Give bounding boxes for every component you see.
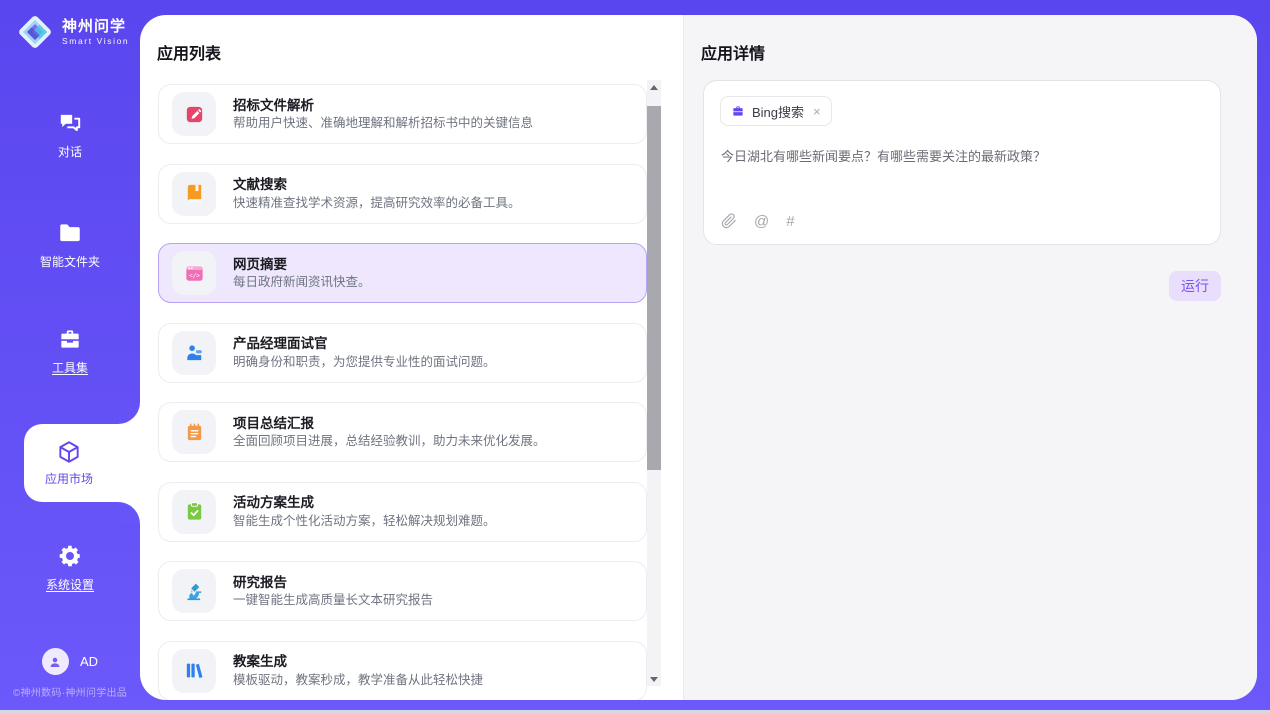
app-card-title: 活动方案生成 <box>233 496 496 510</box>
clipboard-check-icon <box>172 490 216 534</box>
sidebar-item-app-market[interactable]: 应用市场 <box>24 424 140 502</box>
scrollbar-thumb[interactable] <box>647 106 661 470</box>
app-card-list: 招标文件解析帮助用户快速、准确地理解和解析招标书中的关键信息文献搜索快速精准查找… <box>158 84 647 700</box>
sidebar-item-label: 应用市场 <box>45 470 93 487</box>
query-text[interactable]: 今日湖北有哪些新闻要点？有哪些需要关注的最新政策？ <box>721 148 1204 166</box>
app-card-description: 每日政府新闻资讯快查。 <box>233 276 371 289</box>
microscope-icon <box>172 569 216 613</box>
app-card-title: 研究报告 <box>233 576 433 590</box>
composer-toolbar: @# <box>721 213 795 229</box>
copyright-text: ©神州数码·神州问学出品 <box>0 684 140 699</box>
composer-card[interactable]: Bing搜索 × 今日湖北有哪些新闻要点？有哪些需要关注的最新政策？ @# <box>703 80 1221 245</box>
interviewer-icon <box>172 331 216 375</box>
app-card-title: 项目总结汇报 <box>233 417 546 431</box>
scrollbar-up-icon[interactable] <box>647 80 661 94</box>
app-card-description: 全面回顾项目进展，总结经验教训，助力未来优化发展。 <box>233 435 546 448</box>
app-card-title: 网页摘要 <box>233 258 371 272</box>
chat-icon <box>57 110 83 136</box>
user-chip[interactable]: AD <box>0 648 140 675</box>
hash-icon[interactable]: # <box>786 214 794 229</box>
svg-text:</>: </> <box>189 272 200 279</box>
app-card[interactable]: 产品经理面试官明确身份和职责，为您提供专业性的面试问题。 <box>158 323 647 383</box>
user-label: AD <box>80 654 98 669</box>
sidebar-item-settings[interactable]: 系统设置 <box>0 543 140 593</box>
books-icon <box>172 649 216 693</box>
app-detail-title: 应用详情 <box>701 40 765 64</box>
notepad-icon <box>172 410 216 454</box>
brand-name: 神州问学 <box>62 18 129 35</box>
sidebar-item-chat[interactable]: 对话 <box>0 110 140 160</box>
app-card-title: 教案生成 <box>233 655 483 669</box>
toolbox-icon <box>57 326 83 352</box>
sidebar-item-toolset[interactable]: 工具集 <box>0 326 140 376</box>
app-card-description: 明确身份和职责，为您提供专业性的面试问题。 <box>233 356 496 369</box>
cube-icon <box>56 439 82 465</box>
app-detail-panel: 应用详情 Bing搜索 × 今日湖北有哪些新闻要点？有哪些需要关注的最新政策？ … <box>683 15 1257 700</box>
app-card[interactable]: 活动方案生成智能生成个性化活动方案，轻松解决规划难题。 <box>158 482 647 542</box>
app-card-description: 一键智能生成高质量长文本研究报告 <box>233 594 433 607</box>
brand-logo-icon <box>16 13 54 51</box>
tool-chip-label: Bing搜索 <box>752 102 804 121</box>
briefcase-icon <box>731 104 745 118</box>
app-card-title: 文献搜索 <box>233 178 521 192</box>
scrollbar-down-icon[interactable] <box>647 672 661 686</box>
tab-curve-top <box>118 402 140 424</box>
app-card[interactable]: 教案生成模板驱动，教案秒成，教学准备从此轻松快捷 <box>158 641 647 701</box>
app-card[interactable]: </> 网页摘要每日政府新闻资讯快查。 <box>158 243 647 303</box>
app-card-title: 产品经理面试官 <box>233 337 496 351</box>
app-card-description: 快速精准查找学术资源，提高研究效率的必备工具。 <box>233 197 521 210</box>
list-scrollbar[interactable] <box>647 80 661 686</box>
brand: 神州问学 Smart Vision <box>16 13 129 51</box>
gear-icon <box>57 543 83 569</box>
browser-code-icon: </> <box>172 251 216 295</box>
book-icon <box>172 172 216 216</box>
app-card[interactable]: 项目总结汇报全面回顾项目进展，总结经验教训，助力未来优化发展。 <box>158 402 647 462</box>
app-card[interactable]: 文献搜索快速精准查找学术资源，提高研究效率的必备工具。 <box>158 164 647 224</box>
app-card-description: 智能生成个性化活动方案，轻松解决规划难题。 <box>233 515 496 528</box>
pen-square-icon <box>172 92 216 136</box>
at-icon[interactable]: @ <box>754 214 769 229</box>
sidebar-item-label: 对话 <box>58 143 82 160</box>
tab-curve-bottom <box>118 502 140 524</box>
app-card[interactable]: 招标文件解析帮助用户快速、准确地理解和解析招标书中的关键信息 <box>158 84 647 144</box>
sidebar-item-smart-folder[interactable]: 智能文件夹 <box>0 220 140 270</box>
app-card-description: 帮助用户快速、准确地理解和解析招标书中的关键信息 <box>233 117 533 130</box>
app-list-title: 应用列表 <box>157 40 221 64</box>
sidebar: 神州问学 Smart Vision 对话智能文件夹工具集应用市场系统设置 AD … <box>0 0 140 710</box>
sidebar-item-label: 工具集 <box>52 359 88 376</box>
bottom-edge-strip <box>0 710 1270 714</box>
brand-subtitle: Smart Vision <box>62 36 129 46</box>
run-button[interactable]: 运行 <box>1169 271 1221 301</box>
close-icon[interactable]: × <box>813 105 821 118</box>
app-card[interactable]: 研究报告一键智能生成高质量长文本研究报告 <box>158 561 647 621</box>
folder-icon <box>57 220 83 246</box>
sidebar-item-label: 系统设置 <box>46 576 94 593</box>
sidebar-item-label: 智能文件夹 <box>40 253 100 270</box>
app-card-description: 模板驱动，教案秒成，教学准备从此轻松快捷 <box>233 674 483 687</box>
content-area: 应用列表 招标文件解析帮助用户快速、准确地理解和解析招标书中的关键信息文献搜索快… <box>140 15 1257 700</box>
avatar <box>42 648 69 675</box>
paperclip-icon[interactable] <box>721 213 737 229</box>
app-card-title: 招标文件解析 <box>233 99 533 113</box>
tool-chip[interactable]: Bing搜索 × <box>720 96 832 126</box>
